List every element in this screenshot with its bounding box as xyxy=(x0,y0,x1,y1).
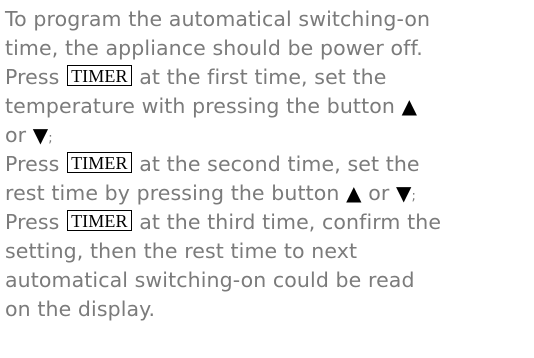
text-line: automatical switching-on could be read xyxy=(5,266,529,295)
down-arrow-icon: ▼ xyxy=(32,123,49,147)
text-line: temperature with pressing the button ▲ xyxy=(5,92,529,121)
text-segment: temperature with pressing the button xyxy=(5,94,402,118)
text-segment: ; xyxy=(411,189,416,204)
text-line: or ▼; xyxy=(5,121,529,150)
up-arrow-icon: ▲ xyxy=(401,94,418,118)
text-line: Press TIMER at the third time, confirm t… xyxy=(5,208,529,237)
down-arrow-icon: ▼ xyxy=(395,181,412,205)
text-line9: setting, then the rest time to next xyxy=(5,239,358,263)
text-line: rest time by pressing the button ▲ or ▼; xyxy=(5,179,529,208)
text-segment: Press xyxy=(5,210,67,234)
text-line: setting, then the rest time to next xyxy=(5,237,529,266)
text-line: on the display. xyxy=(5,295,529,324)
text-segment: Press xyxy=(5,65,67,89)
text-segment: rest time by pressing the button xyxy=(5,181,347,205)
instruction-text: To program the automatical switching-on … xyxy=(5,5,529,324)
text-segment: or xyxy=(361,181,396,205)
timer-key-label: TIMER xyxy=(67,210,132,231)
text-line: time, the appliance should be power off. xyxy=(5,34,529,63)
text-segment: at the first time, set the xyxy=(132,65,387,89)
text-line: Press TIMER at the first time, set the xyxy=(5,63,529,92)
text-line: To program the automatical switching-on xyxy=(5,5,529,34)
text-line10: automatical switching-on could be read xyxy=(5,268,415,292)
text-segment: ; xyxy=(48,131,53,146)
text-segment: or xyxy=(5,123,33,147)
timer-key-label: TIMER xyxy=(67,152,132,173)
up-arrow-icon: ▲ xyxy=(346,181,362,205)
text-line11: on the display. xyxy=(5,297,156,321)
text-line1: To program the automatical switching-on xyxy=(5,7,431,31)
text-line2: time, the appliance should be power off. xyxy=(5,36,423,60)
text-segment: Press xyxy=(5,152,67,176)
text-segment: at the second time, set the xyxy=(132,152,420,176)
text-line: Press TIMER at the second time, set the xyxy=(5,150,529,179)
text-segment: at the third time, confirm the xyxy=(132,210,442,234)
timer-key-label: TIMER xyxy=(67,65,132,86)
